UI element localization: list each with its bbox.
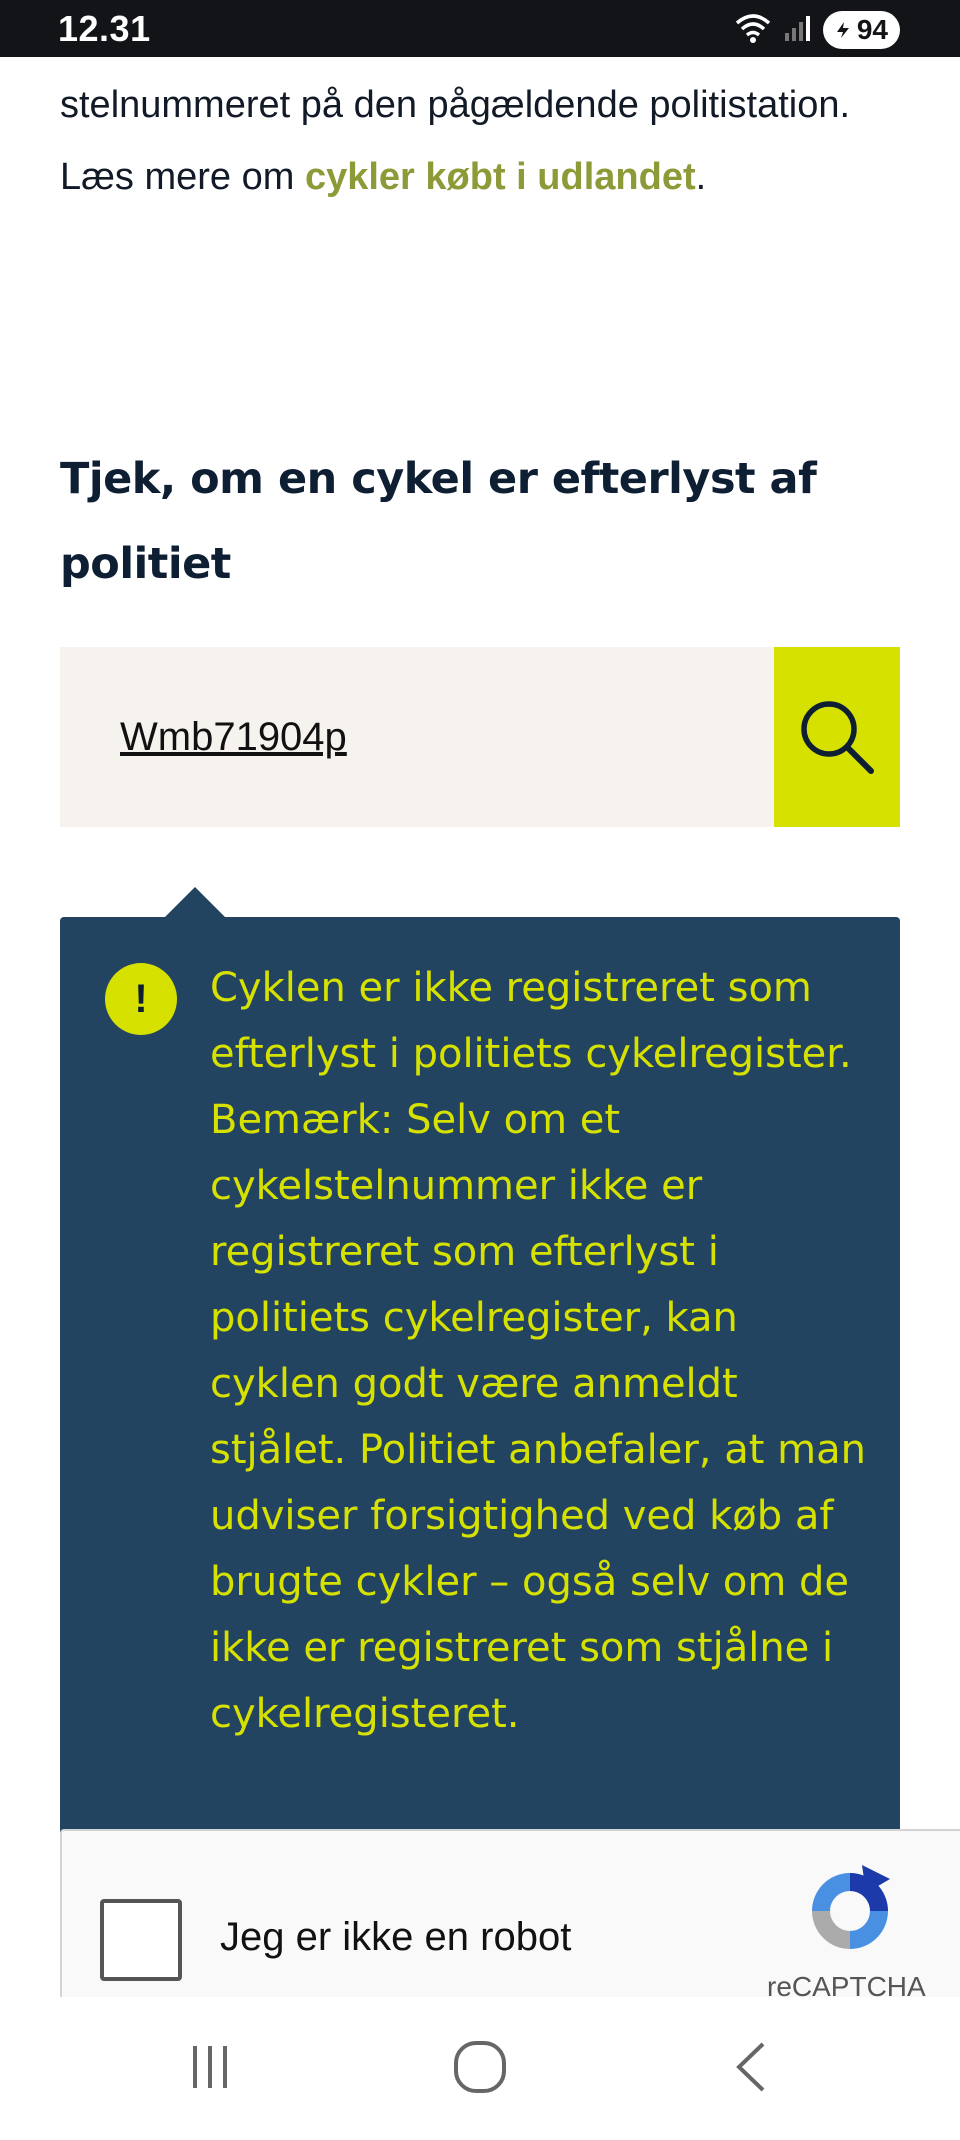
wifi-icon xyxy=(733,11,773,50)
home-icon xyxy=(454,2041,506,2093)
search-icon xyxy=(801,701,874,774)
frame-number-search xyxy=(60,647,900,827)
recent-apps-button[interactable] xyxy=(170,2037,250,2097)
page-content: stelnummeret på den pågældende politista… xyxy=(0,57,960,1997)
status-icons: 94 xyxy=(733,10,900,50)
recaptcha-logo-icon xyxy=(812,1865,890,1949)
search-result-callout: ! Cyklen er ikke registreret som efterly… xyxy=(60,917,900,1857)
intro-text-end: . xyxy=(695,156,707,198)
recaptcha-widget: Jeg er ikke en robot reCAPTCHA xyxy=(60,1829,960,1997)
frame-number-input[interactable] xyxy=(60,647,774,827)
recaptcha-checkbox[interactable] xyxy=(100,1899,182,1981)
system-nav-bar xyxy=(0,1997,960,2140)
callout-pointer xyxy=(165,887,225,917)
back-icon xyxy=(736,2042,765,2092)
status-bar: 12.31 94 xyxy=(0,0,960,57)
signal-icon xyxy=(783,13,813,48)
recaptcha-brand: reCAPTCHA xyxy=(767,1971,926,1997)
home-button[interactable] xyxy=(440,2037,520,2097)
back-button[interactable] xyxy=(710,2037,790,2097)
battery-icon: 94 xyxy=(822,11,900,49)
search-button[interactable] xyxy=(774,647,900,827)
intro-paragraph: stelnummeret på den pågældende politista… xyxy=(60,69,900,213)
battery-level: 94 xyxy=(856,14,888,45)
status-time: 12.31 xyxy=(58,8,151,49)
foreign-bikes-link[interactable]: cykler købt i udlandet xyxy=(305,156,696,198)
exclamation-icon: ! xyxy=(105,963,177,1035)
recent-apps-icon xyxy=(193,2046,227,2088)
section-heading: Tjek, om en cykel er efterlyst af politi… xyxy=(60,454,817,589)
search-result-message: Cyklen er ikke registreret som efterlyst… xyxy=(210,965,866,1737)
recaptcha-label: Jeg er ikke en robot xyxy=(220,1915,572,1959)
